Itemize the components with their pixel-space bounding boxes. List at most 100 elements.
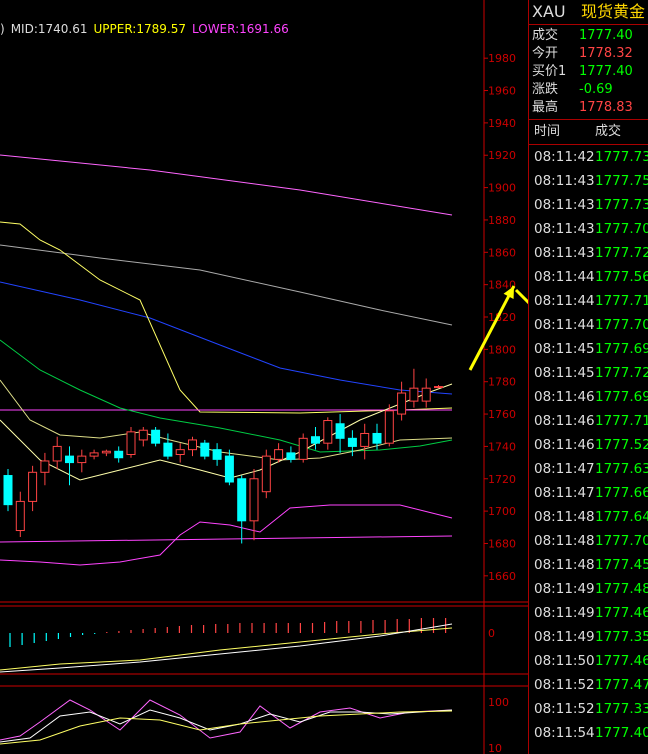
quote-row: 最高 1778.83: [529, 99, 648, 117]
candle-body: [101, 450, 111, 454]
tick-price: 1777.71: [595, 293, 648, 309]
tick-time: 08:11:49: [534, 605, 595, 621]
y-tick-label: 1660: [488, 570, 516, 583]
ma-blue-line: [0, 281, 453, 395]
candle-body: [114, 450, 124, 459]
instrument-name: 现货黄金: [580, 2, 645, 21]
chart-area[interactable]: 1980 1960 1940 1920 1900 1880 1860 1840 1820 1800…: [0, 0, 528, 754]
tick-price: 1777.70: [595, 533, 648, 549]
tick-price: 1777.40: [595, 725, 648, 741]
tick-row: 08:11:48 1777.70: [529, 529, 648, 553]
y-tick-label: 1960: [488, 85, 516, 98]
tick-row: 08:11:49 1777.35: [529, 625, 648, 649]
tick-list[interactable]: 08:11:42 1777.73 08:11:43 1777.75 08:11:43 17…: [529, 145, 648, 745]
tick-price: 1777.70: [595, 317, 648, 333]
tick-price: 1777.45: [595, 557, 648, 573]
y-tick-label: 1920: [488, 149, 516, 162]
tick-row: 08:11:49 1777.48: [529, 577, 648, 601]
quote-row: 今开 1778.32: [529, 45, 648, 63]
tick-time: 08:11:48: [534, 533, 595, 549]
annotation-arrow: [514, 288, 528, 305]
candle-body: [237, 478, 247, 522]
tick-time: 08:11:48: [534, 509, 595, 525]
tick-row: 08:11:44 1777.71: [529, 289, 648, 313]
tick-time: 08:11:46: [534, 389, 595, 405]
osc-k-line: [0, 699, 453, 741]
candle-body: [409, 387, 419, 402]
tick-time: 08:11:45: [534, 341, 595, 357]
tick-price: 1777.63: [595, 461, 648, 477]
tick-row: 08:11:47 1777.63: [529, 457, 648, 481]
tick-time: 08:11:50: [534, 653, 595, 669]
tick-row: 08:11:46 1777.71: [529, 409, 648, 433]
tick-price: 1777.70: [595, 221, 648, 237]
tick-time: 08:11:42: [534, 149, 595, 165]
candle-body: [335, 423, 345, 439]
boll-prefix: ): [0, 22, 5, 36]
candle-body: [323, 420, 333, 444]
candle-body: [3, 475, 13, 506]
candle-body: [360, 432, 370, 447]
tick-price: 1777.46: [595, 605, 648, 621]
tick-row: 08:11:43 1777.70: [529, 217, 648, 241]
osc-tick-100: 100: [488, 696, 509, 709]
quote-title: XAU 现货黄金: [529, 0, 648, 25]
boll-upper: UPPER:1789.57: [93, 22, 186, 36]
tick-price: 1777.69: [595, 389, 648, 405]
quote-value: 1778.83: [579, 100, 633, 115]
candle-body: [126, 431, 136, 455]
osc-tick-10: 10: [488, 742, 502, 754]
tick-time: 08:11:45: [534, 365, 595, 381]
candle-body: [15, 500, 25, 532]
candle-body: [311, 436, 320, 444]
tick-row: 08:11:48 1777.64: [529, 505, 648, 529]
macd-slow-line: [0, 627, 453, 671]
tick-price: 1777.73: [595, 197, 648, 213]
y-tick-label: 1800: [488, 343, 516, 356]
y-tick-label: 1760: [488, 408, 516, 421]
quote-row: 买价1 1777.40: [529, 63, 648, 81]
tick-price: 1777.35: [595, 629, 648, 645]
quote-label: 最高: [532, 100, 559, 115]
main-candlestick-chart[interactable]: 1980196019401920190018801860184018201800…: [0, 0, 528, 754]
y-tick-label: 1700: [488, 505, 516, 518]
candle-body: [188, 439, 197, 451]
candle-body: [397, 392, 407, 415]
candle-body: [40, 460, 50, 473]
tick-row: 08:11:54 1777.40: [529, 721, 648, 745]
tick-time: 08:11:49: [534, 629, 595, 645]
tick-price: 1777.47: [595, 677, 648, 693]
annotation-arrow: [468, 285, 516, 371]
support-line: [0, 535, 453, 543]
tick-row: 08:11:44 1777.56: [529, 265, 648, 289]
candle-body: [421, 387, 431, 402]
candle-body: [65, 455, 74, 464]
tick-price: 1777.71: [595, 413, 648, 429]
tick-header: 时间 成交: [529, 120, 648, 145]
candle-body: [224, 455, 234, 483]
tick-price: 1777.33: [595, 701, 648, 717]
quote-value: 1777.40: [579, 28, 633, 43]
candle-body: [175, 449, 185, 456]
candle-body: [52, 445, 62, 462]
quote-value: -0.69: [579, 82, 613, 97]
tick-time: 08:11:43: [534, 197, 595, 213]
candle-body: [261, 455, 271, 493]
candle-body: [249, 478, 259, 522]
tick-time: 08:11:44: [534, 269, 595, 285]
lower-band-line: [0, 504, 453, 566]
tick-row: 08:11:43 1777.73: [529, 193, 648, 217]
tick-price: 1777.72: [595, 365, 648, 381]
candle-body: [28, 471, 38, 502]
quote-value: 1777.40: [579, 64, 633, 79]
tick-price: 1777.56: [595, 269, 648, 285]
tick-time: 08:11:49: [534, 581, 595, 597]
upper-band-long-line: [0, 154, 453, 216]
candle-body: [77, 455, 87, 464]
quote-label: 买价1: [532, 64, 567, 79]
symbol-label: XAU: [532, 2, 566, 21]
tick-time: 08:11:43: [534, 245, 595, 261]
candle-body: [274, 449, 284, 460]
tick-time: 08:11:47: [534, 485, 595, 501]
tick-time: 08:11:43: [534, 221, 595, 237]
